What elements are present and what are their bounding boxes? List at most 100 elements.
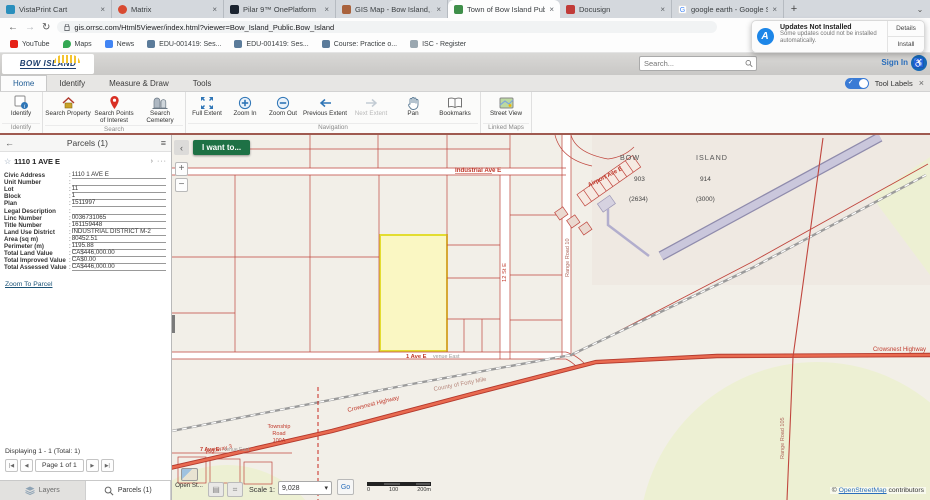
sign-in-link[interactable]: Sign In [881,58,908,67]
tab-close-icon[interactable]: × [212,5,217,14]
scale-value: 9,028 [282,485,324,492]
list-menu-icon[interactable]: ≡ [161,138,166,148]
browser-tab-gis-map[interactable]: GIS Map - Bow Island, AB × [336,0,448,18]
star-icon[interactable]: ☆ [4,157,11,166]
edu-icon [147,40,155,48]
bow-island-favicon-icon [454,5,463,14]
scale-label: Scale 1: [249,485,275,494]
tab-home[interactable]: Home [0,75,47,91]
scale-tick-0: 0 [367,487,370,493]
scale-go-button[interactable]: Go [337,479,354,495]
bookmarks-button[interactable]: Bookmarks [432,94,478,118]
pilar9-favicon-icon [230,5,239,14]
zoom-in-button[interactable]: Zoom In [226,94,264,118]
tab-close-icon[interactable]: × [100,5,105,14]
search-icon[interactable] [745,58,753,69]
search-points-of-interest-button[interactable]: Search Points of Interest [91,94,137,125]
map-viewport[interactable]: Industrial Ave E Airport Ave E BOW ISLAN… [172,135,930,500]
feature-header[interactable]: ☆ 1110 1 AVE E › ··· [0,154,171,169]
prev-page-button[interactable]: ◀ [20,459,33,472]
tab-close-icon[interactable]: × [660,5,665,14]
results-panel: ← Parcels (1) ≡ ☆ 1110 1 AVE E › ··· Civ… [0,135,172,500]
new-tab-button[interactable]: + [784,0,804,18]
next-page-button[interactable]: ▶ [86,459,99,472]
panel-resize-grip[interactable] [172,315,175,333]
identify-button[interactable]: i Identify [2,94,40,118]
page-indicator: Page 1 of 1 [35,459,84,472]
tab-identify[interactable]: Identify [47,75,97,91]
tab-close-icon[interactable]: × [436,5,441,14]
browser-tab-vistaprint[interactable]: VistaPrint Cart × [0,0,112,18]
search-input[interactable] [640,59,745,68]
last-page-button[interactable]: ▶| [101,459,114,472]
browser-tab-pilar9[interactable]: Pilar 9™ OnePlatform × [224,0,336,18]
more-options-icon[interactable]: ··· [157,158,167,165]
map-zoom-out-button[interactable]: − [175,178,188,192]
address-bar[interactable]: gis.orrsc.com/Html5Viewer/index.html?vie… [57,21,717,33]
news-icon [105,40,113,48]
bookmark-news[interactable]: News [105,40,135,48]
browser-tab-bow-island-active[interactable]: Town of Bow Island Public Site × [448,0,560,18]
group-label-search: Search [45,125,183,133]
map-label-3000: (3000) [696,196,715,203]
tab-layers[interactable]: Layers [0,481,86,500]
notification-details-button[interactable]: Details [888,21,924,37]
hand-icon [407,95,420,110]
tab-close-icon[interactable]: × [324,5,329,14]
street-view-button[interactable]: Street View [483,94,529,118]
browser-tab-docusign[interactable]: Docusign × [560,0,672,18]
tab-close-icon[interactable]: × [772,5,777,14]
tab-close-icon[interactable]: × [549,5,554,14]
tool-labels-toggle[interactable]: ✓ [845,78,869,89]
notification-title: Updates Not Installed [780,24,885,31]
openstreetmap-link[interactable]: OpenStreetMap [839,487,887,494]
bookmark-maps[interactable]: Maps [63,40,92,48]
reload-button[interactable]: ↻ [42,22,50,33]
map-tool-button-1[interactable]: ▤ [208,482,224,497]
selected-parcel-highlight[interactable] [380,235,447,351]
back-button[interactable]: ← [8,22,18,33]
pagination: |◀ ◀ Page 1 of 1 ▶ ▶| [5,459,166,472]
browser-tab-matrix[interactable]: Matrix × [112,0,224,18]
pan-button[interactable]: Pan [394,94,432,118]
bookmark-edu-1[interactable]: EDU-001419: Ses... [147,40,221,48]
bookmark-edu-2[interactable]: EDU-001419: Ses... [234,40,308,48]
group-label-linked-maps: Linked Maps [483,123,529,133]
back-arrow-icon[interactable]: ← [5,138,14,148]
attribute-row: Plan:1511997 [4,200,166,207]
notification-install-button[interactable]: Install [888,37,924,52]
bookmark-course[interactable]: Course: Practice o... [322,40,397,48]
search-cemetery-button[interactable]: Search Cemetery [137,94,183,125]
forward-button[interactable]: → [25,22,35,33]
tab-parcels[interactable]: Parcels (1) [86,481,172,500]
first-page-button[interactable]: |◀ [5,459,18,472]
panel-collapse-button[interactable]: ‹ [174,140,189,155]
map-label-100a: 100A [273,438,286,444]
toolbar-close-icon[interactable]: × [919,78,924,88]
search-property-button[interactable]: Search Property [45,94,91,118]
tab-tools[interactable]: Tools [181,75,224,91]
zoom-to-parcel-link[interactable]: Zoom To Parcel [5,281,52,288]
map-label-12-st-e: 12 St E [502,263,508,282]
tab-overflow-chevron-icon[interactable]: ⌄ [910,0,930,18]
full-extent-button[interactable]: Full Extent [188,94,226,118]
tab-measure-draw[interactable]: Measure & Draw [97,75,181,91]
zoom-out-button[interactable]: Zoom Out [264,94,302,118]
bookmark-isc[interactable]: ISC - Register [410,40,466,48]
i-want-to-button[interactable]: I want to... [193,140,250,155]
basemap-switcher[interactable]: Open St... [174,468,204,489]
map-label-1-ave-e: 1 Ave E [406,354,427,360]
bookmark-youtube[interactable]: YouTube [10,40,50,48]
panel-header: ← Parcels (1) ≡ [0,135,171,152]
scale-select[interactable]: 9,028 ▾ [278,481,332,495]
browser-tab-google-search[interactable]: G google earth - Google Search × [672,0,784,18]
tab-label: GIS Map - Bow Island, AB [355,5,432,14]
map-zoom-in-button[interactable]: + [175,162,188,176]
accessibility-icon[interactable]: ♿ [911,55,927,71]
map-tool-button-2[interactable]: ⌗ [227,482,243,497]
previous-extent-button[interactable]: Previous Extent [302,94,348,118]
map-canvas[interactable]: Industrial Ave E Airport Ave E BOW ISLAN… [172,135,930,500]
tab-label: Docusign [579,5,656,14]
chevron-right-icon[interactable]: › [151,158,154,165]
map-label-township: Township [268,424,291,430]
